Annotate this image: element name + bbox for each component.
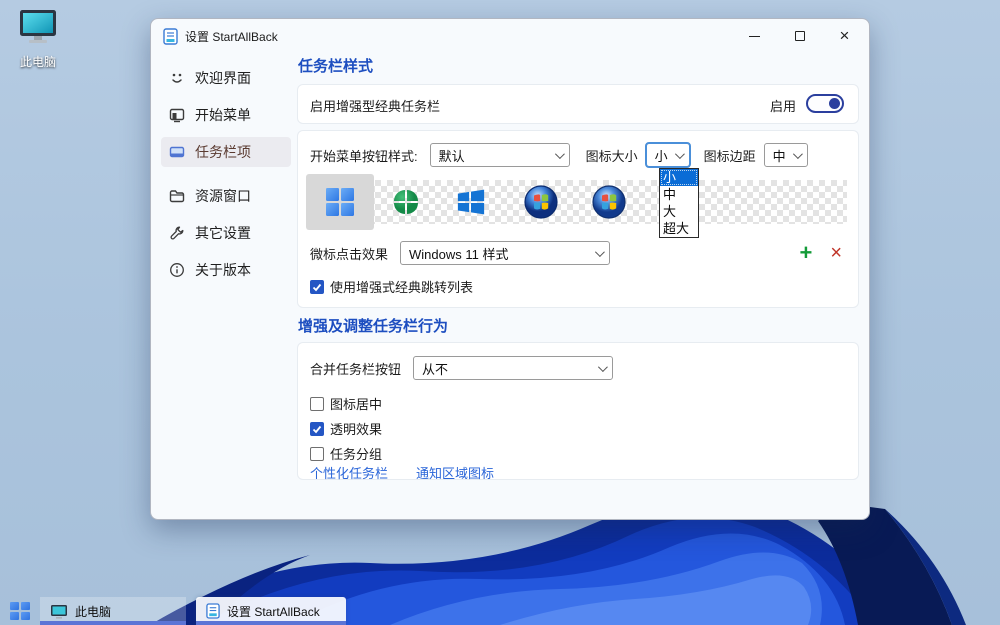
folder-icon	[169, 188, 185, 204]
taskbar: 此电脑 设置 StartAllBack	[0, 597, 1000, 625]
desktop-icon-label: 此电脑	[8, 53, 68, 70]
windows-7-orb[interactable]	[524, 185, 558, 219]
select-value: 小	[655, 146, 668, 165]
start-button-style-label: 开始菜单按钮样式:	[310, 146, 418, 165]
wrench-icon	[169, 225, 185, 241]
notification-area-icons-link[interactable]: 通知区域图标	[416, 463, 494, 482]
smiley-icon	[169, 70, 185, 86]
toggle-label: 启用	[770, 96, 796, 115]
section-header-taskbar-style: 任务栏样式	[298, 55, 373, 76]
info-icon	[169, 262, 185, 278]
checkbox-label: 图标居中	[330, 394, 382, 413]
titlebar[interactable]: 设置 StartAllBack ×	[151, 19, 869, 53]
enable-card: 启用增强型经典任务栏 启用	[298, 85, 858, 123]
icon-size-select[interactable]: 小	[646, 143, 690, 167]
minimize-button[interactable]	[732, 19, 777, 53]
chevron-down-icon	[595, 247, 605, 257]
checkbox-label: 使用增强式经典跳转列表	[330, 277, 473, 296]
enable-label: 启用增强型经典任务栏	[310, 96, 440, 115]
close-button[interactable]: ×	[822, 19, 867, 53]
task-underline	[196, 621, 346, 625]
checkbox-label: 透明效果	[330, 419, 382, 438]
maximize-icon	[795, 31, 805, 41]
task-label: 此电脑	[75, 603, 111, 620]
start-button-preview-strip	[309, 180, 847, 224]
checkbox-checked-icon	[310, 280, 324, 294]
task-label: 设置 StartAllBack	[227, 603, 320, 620]
task-underline	[40, 621, 186, 625]
center-icons-checkbox[interactable]: 图标居中	[310, 394, 382, 413]
select-value: 中	[773, 146, 786, 165]
combine-buttons-label: 合并任务栏按钮	[310, 359, 401, 378]
sidebar-item-label: 关于版本	[195, 260, 251, 280]
checkbox-label: 任务分组	[330, 444, 382, 463]
sidebar-item-taskbar[interactable]: 任务栏项	[161, 137, 291, 167]
sidebar-item-welcome[interactable]: 欢迎界面	[161, 63, 291, 93]
sidebar-item-label: 其它设置	[195, 223, 251, 243]
chevron-down-icon	[598, 362, 608, 372]
select-value: Windows 11 样式	[409, 244, 508, 263]
chevron-down-icon	[793, 149, 803, 159]
startallback-settings-window: 设置 StartAllBack × 欢迎界面 开始菜单	[150, 18, 870, 520]
icon-margin-label: 图标边距	[704, 146, 756, 165]
close-icon: ×	[840, 26, 850, 46]
app-icon	[163, 28, 178, 45]
section-header-behavior: 增强及调整任务栏行为	[298, 315, 448, 336]
select-value: 从不	[422, 359, 448, 378]
checkbox-unchecked-icon	[310, 397, 324, 411]
dropdown-option-large[interactable]: 大	[660, 203, 698, 220]
sidebar-item-explorer[interactable]: 资源窗口	[161, 181, 291, 211]
taskbar-task-this-pc[interactable]: 此电脑	[40, 597, 186, 625]
click-effect-select[interactable]: Windows 11 样式	[400, 241, 610, 265]
add-effect-button[interactable]: +	[799, 243, 812, 263]
maximize-button[interactable]	[777, 19, 822, 53]
checkbox-checked-icon	[310, 422, 324, 436]
icon-margin-select[interactable]: 中	[764, 143, 808, 167]
transparency-checkbox[interactable]: 透明效果	[310, 419, 382, 438]
sidebar-item-label: 任务栏项	[195, 142, 251, 162]
window-title: 设置 StartAllBack	[185, 28, 278, 45]
icon-size-label: 图标大小	[586, 146, 638, 165]
sidebar-item-label: 资源窗口	[195, 186, 251, 206]
combine-buttons-select[interactable]: 从不	[413, 356, 613, 380]
this-pc-icon	[16, 8, 60, 46]
dropdown-option-medium[interactable]: 中	[660, 186, 698, 203]
style-card: 开始菜单按钮样式: 默认 图标大小 小 图标边距 中 小	[298, 131, 858, 307]
behavior-card: 合并任务栏按钮 从不 图标居中 透明效果 任务分组 个性化任务栏 通知区域图标	[298, 343, 858, 479]
dropdown-option-xlarge[interactable]: 超大	[660, 220, 698, 237]
sidebar-item-label: 开始菜单	[195, 105, 251, 125]
select-value: 默认	[439, 146, 465, 165]
checkbox-unchecked-icon	[310, 447, 324, 461]
chevron-down-icon	[675, 149, 685, 159]
sidebar-item-about[interactable]: 关于版本	[161, 255, 291, 285]
task-grouping-checkbox[interactable]: 任务分组	[310, 444, 382, 463]
chevron-down-icon	[555, 149, 565, 159]
jumplist-checkbox[interactable]: 使用增强式经典跳转列表	[310, 277, 473, 296]
windows-10-logo[interactable]	[456, 187, 486, 217]
start-button[interactable]	[8, 601, 32, 621]
toggle-knob	[829, 98, 840, 109]
startallback-task-icon	[206, 603, 220, 619]
desktop-icon-this-pc[interactable]: 此电脑	[8, 8, 68, 70]
dropdown-option-small[interactable]: 小	[660, 169, 698, 186]
windows-vista-orb[interactable]	[592, 185, 626, 219]
windows-11-logo[interactable]	[325, 187, 355, 217]
taskbar-task-startallback[interactable]: 设置 StartAllBack	[196, 597, 346, 625]
green-clover-orb[interactable]	[391, 187, 421, 217]
click-effect-label: 微标点击效果	[310, 244, 388, 263]
this-pc-task-icon	[50, 604, 68, 619]
desktop: 此电脑 设置 StartAllBack × 欢迎界面	[0, 0, 1000, 625]
sidebar-item-start-menu[interactable]: 开始菜单	[161, 100, 291, 130]
minimize-icon	[749, 36, 760, 37]
icon-size-dropdown-list: 小 中 大 超大	[659, 168, 699, 238]
remove-effect-button[interactable]: ×	[830, 243, 842, 263]
personalize-taskbar-link[interactable]: 个性化任务栏	[310, 463, 388, 482]
enable-toggle[interactable]	[806, 94, 844, 113]
start-button-style-select[interactable]: 默认	[430, 143, 570, 167]
sidebar-item-label: 欢迎界面	[195, 68, 251, 88]
sidebar-item-other-settings[interactable]: 其它设置	[161, 218, 291, 248]
taskbar-icon	[169, 144, 185, 160]
start-menu-icon	[169, 107, 185, 123]
